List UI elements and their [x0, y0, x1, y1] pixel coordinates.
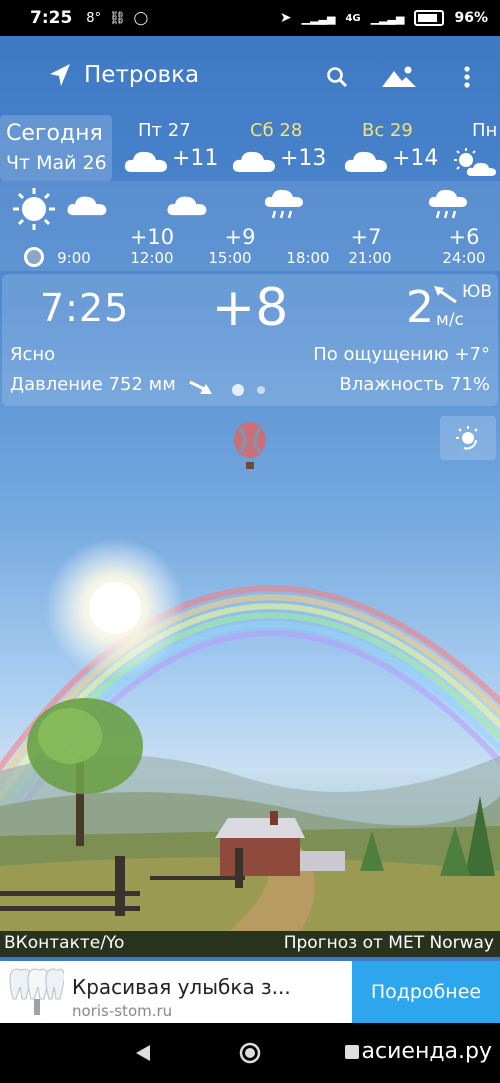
day-name: Пт 27 [138, 120, 191, 141]
ad-banner[interactable]: Красивая улыбка з... noris-stom.ru Подро… [0, 961, 500, 1023]
cloud-icon [124, 148, 168, 178]
sun-rotate-icon [456, 426, 478, 450]
notification-temp: 8° [86, 10, 102, 26]
back-icon[interactable] [134, 1043, 152, 1067]
system-nav-bar: асиенда.ру [0, 1023, 500, 1083]
day-tab-3[interactable]: Вс 29 +14 [344, 120, 444, 178]
link-icon: ⛓ [109, 10, 126, 26]
day-temp: +14 [392, 146, 439, 171]
page-indicator [257, 386, 265, 394]
hour-time: 21:00 [348, 249, 392, 267]
hot-air-balloon [232, 422, 268, 478]
wind-direction: ЮВ [462, 282, 493, 302]
battery-percent: 96% [454, 10, 488, 26]
rain-icon [428, 187, 468, 227]
status-bar: 7:25 8° ⛓ ◯ ➤ ▁▂▃▅ 4G ▁▂▃▅ 96% [0, 0, 500, 36]
current-conditions-panel[interactable]: 7:25 +8 2 ЮВ м/с Ясно По ощущению +7° Да… [2, 274, 498, 406]
cloud-icon [232, 148, 276, 178]
day-temp: +11 [172, 146, 219, 171]
day-name: Вс 29 [362, 120, 413, 141]
wind-direction-arrow-icon [434, 286, 458, 310]
status-time: 7:25 [30, 8, 73, 28]
wind-unit: м/с [436, 310, 464, 330]
location-status-icon: ➤ [279, 10, 292, 26]
ad-cta-button[interactable]: Подробнее [352, 961, 500, 1023]
search-icon[interactable] [320, 60, 354, 94]
battery-icon [414, 10, 445, 26]
watermark: асиенда.ру [361, 1039, 492, 1064]
tab-today[interactable]: Сегодня Чт Май 26 [0, 115, 112, 181]
hourly-forecast: 9:00 +10 12:00 +9 15:00 18:00 +7 21:00 +… [0, 181, 500, 271]
hour-cell-1: 9:00 [0, 181, 91, 271]
pressure-trend-arrow-icon [188, 378, 212, 400]
sun-icon [12, 187, 56, 230]
hour-cell-5: +7 21:00 [330, 181, 410, 271]
humidity: Влажность 71% [339, 374, 490, 395]
condition-text: Ясно [10, 344, 56, 365]
day-temp: +13 [280, 146, 327, 171]
today-label: Сегодня [6, 121, 103, 146]
tooth-implant-image [4, 965, 65, 1019]
hour-cell-3: +9 15:00 [190, 181, 270, 271]
whatsapp-icon: ◯ [133, 10, 149, 26]
signal-icon: ▁▂▃▅ [301, 11, 336, 25]
cloud-icon [66, 193, 108, 221]
location-arrow-icon[interactable] [48, 62, 72, 92]
day-tab-1[interactable]: Пт 27 +11 [124, 120, 224, 178]
home-icon[interactable] [238, 1041, 262, 1069]
day-name: Сб 28 [250, 120, 303, 141]
location-name[interactable]: Петровка [84, 62, 199, 88]
image-credit-link[interactable]: ВКонтакте/Yo [4, 933, 124, 953]
hour-time: 15:00 [208, 249, 252, 267]
rain-icon [264, 187, 304, 227]
pressure: Давление 752 мм [10, 374, 176, 395]
hour-temp: +6 [448, 225, 480, 249]
day-name: Пн [472, 120, 498, 141]
page-indicator-active [232, 384, 244, 396]
recents-icon[interactable] [344, 1044, 360, 1064]
hour-temp: +7 [350, 225, 382, 249]
day-tab-4[interactable]: Пн [452, 120, 500, 178]
landscape-icon[interactable] [382, 60, 416, 94]
sun-cloud-icon [452, 148, 500, 178]
credits-bar: ВКонтакте/Yo Прогноз от MET Norway [0, 931, 500, 957]
scene-toggle-button[interactable] [440, 416, 496, 460]
hour-time: 12:00 [130, 249, 174, 267]
hour-time: 9:00 [57, 249, 91, 267]
feels-like: По ощущению +7° [313, 344, 490, 365]
forecast-credit-link[interactable]: Прогноз от MET Norway [284, 933, 494, 953]
hour-temp: +10 [129, 225, 175, 249]
ad-title[interactable]: Красивая улыбка з... [72, 975, 291, 999]
wind-speed: 2 [406, 282, 434, 333]
today-date: Чт Май 26 [6, 152, 107, 174]
hour-time: 24:00 [442, 249, 486, 267]
cloud-icon [344, 148, 388, 178]
ad-url[interactable]: noris-stom.ru [72, 1002, 172, 1020]
signal-icon-2: ▁▂▃▅ [370, 11, 405, 25]
more-menu-icon[interactable] [450, 60, 484, 94]
network-label: 4G [345, 12, 361, 24]
day-tab-2[interactable]: Сб 28 +13 [232, 120, 332, 178]
